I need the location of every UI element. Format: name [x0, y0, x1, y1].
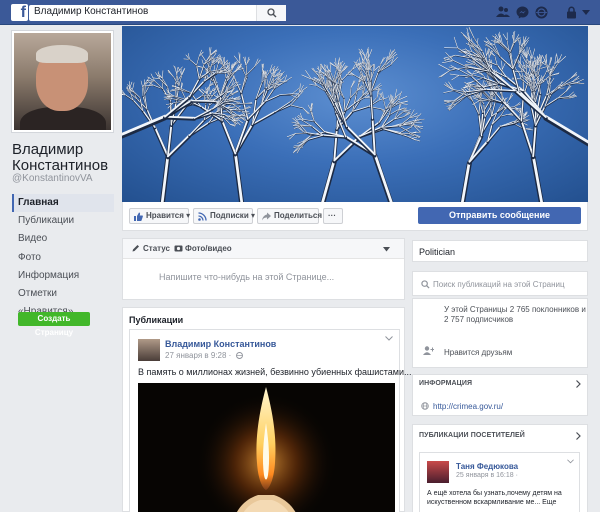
- post-date[interactable]: 27 января в 9:28 ·: [165, 351, 243, 360]
- info-box: ИНФОРМАЦИЯ http://crimea.gov.ru/: [412, 374, 588, 416]
- visitor-posts-box: ПУБЛИКАЦИИ ПОСЕТИТЕЛЕЙ Таня Федюкова 25 …: [412, 424, 588, 512]
- pencil-icon: [132, 245, 139, 252]
- chevron-down-icon[interactable]: [383, 247, 390, 252]
- page-action-bar: Нравится ▾ Подписки ▾ Поделиться ··· Отп…: [122, 202, 588, 231]
- nav-item-videos[interactable]: Видео: [12, 230, 114, 248]
- share-icon: [262, 212, 271, 221]
- profile-picture[interactable]: [11, 30, 114, 133]
- candle-flame-image: [196, 387, 336, 512]
- page-search-input[interactable]: Поиск публикаций на этой Страниц: [433, 280, 565, 289]
- post-composer: Статус Фото/видео Напишите что-нибудь на…: [122, 238, 405, 300]
- cover-photo[interactable]: [122, 26, 588, 202]
- followers-count-text: 2 757 подписчиков: [444, 315, 514, 324]
- composer-input[interactable]: Напишите что-нибудь на этой Странице...: [159, 272, 334, 282]
- post-author-avatar[interactable]: [138, 339, 160, 361]
- share-button[interactable]: Поделиться: [257, 208, 322, 224]
- post-card: Владимир Константинов 27 января в 9:28 ·…: [129, 329, 412, 512]
- post-options-chevron-icon[interactable]: [567, 459, 574, 464]
- friends-icon: [423, 346, 434, 355]
- category-box: Politician: [412, 240, 588, 262]
- visitor-posts-header[interactable]: ПУБЛИКАЦИИ ПОСЕТИТЕЛЕЙ: [419, 432, 525, 439]
- nav-item-home[interactable]: Главная: [12, 194, 114, 212]
- likes-count-text: У этой Страницы 2 765 поклонников и: [444, 305, 586, 314]
- post-author[interactable]: Владимир Константинов: [165, 339, 276, 349]
- visitor-post-text-line1: А ещё хотела бы узнать,почему детям на: [427, 490, 562, 497]
- snowy-trees-image: [122, 26, 588, 202]
- camera-icon: [174, 245, 183, 252]
- more-button[interactable]: ···: [323, 208, 343, 224]
- page-title[interactable]: Владимир Константинов: [12, 142, 122, 174]
- info-header[interactable]: ИНФОРМАЦИЯ: [419, 380, 472, 387]
- thumbs-up-icon: [134, 212, 143, 221]
- likes-box: У этой Страницы 2 765 поклонников и 2 75…: [412, 298, 588, 368]
- search-input[interactable]: Владимир Константинов: [34, 6, 148, 17]
- globe-icon: [235, 352, 243, 359]
- candle-image[interactable]: [138, 383, 395, 512]
- friends-like-link[interactable]: Нравится друзьям: [444, 348, 512, 357]
- visitor-avatar[interactable]: [427, 461, 449, 483]
- page-category[interactable]: Politician: [419, 247, 455, 257]
- messages-icon[interactable]: [516, 6, 529, 19]
- search-icon: [421, 280, 430, 289]
- nav-item-likes[interactable]: Отметки «Нравится»: [12, 285, 114, 317]
- create-page-button[interactable]: Создать Страницу: [18, 312, 90, 337]
- composer-tabs: Статус Фото/видео: [123, 239, 404, 259]
- publications-section: Публикации Владимир Константинов 27 янва…: [122, 307, 412, 512]
- nav-item-posts[interactable]: Публикации: [12, 212, 114, 230]
- notifications-icon[interactable]: [535, 6, 548, 19]
- visitor-post-author[interactable]: Таня Федюкова: [456, 462, 518, 471]
- left-nav: Главная Публикации Видео Фото Информация…: [12, 194, 114, 317]
- page-handle[interactable]: @KonstantinovVA: [12, 173, 93, 184]
- top-bar: f Владимир Константинов: [0, 0, 600, 25]
- send-message-button[interactable]: Отправить сообщение: [418, 207, 581, 224]
- friend-requests-icon[interactable]: [496, 6, 510, 18]
- like-button[interactable]: Нравится ▾: [129, 208, 190, 224]
- search-button[interactable]: [256, 5, 286, 21]
- page-search-box[interactable]: Поиск публикаций на этой Страниц: [412, 271, 588, 296]
- visitor-post-card: Таня Федюкова 25 января в 16:18 · А ещё …: [419, 452, 580, 512]
- section-title: Публикации: [129, 315, 184, 325]
- visitor-post-text-line2[interactable]: искуственном вскармливание ме... Еще: [427, 499, 556, 506]
- menu-icon[interactable]: [582, 10, 590, 16]
- website-link[interactable]: http://crimea.gov.ru/: [433, 402, 503, 411]
- post-text: В память о миллионах жизней, безвинно уб…: [138, 367, 412, 377]
- search-bar[interactable]: Владимир Константинов: [29, 5, 286, 21]
- tab-status[interactable]: Статус: [132, 244, 170, 253]
- chevron-right-icon[interactable]: [576, 432, 581, 440]
- rss-icon: [198, 212, 207, 221]
- globe-icon: [421, 402, 429, 410]
- nav-item-about[interactable]: Информация: [12, 267, 114, 285]
- tab-photo-video[interactable]: Фото/видео: [174, 244, 232, 253]
- follow-button[interactable]: Подписки ▾: [193, 208, 255, 224]
- visitor-post-date[interactable]: 25 января в 16:18 ·: [456, 472, 518, 479]
- nav-item-photos[interactable]: Фото: [12, 249, 114, 267]
- privacy-icon[interactable]: [565, 6, 578, 19]
- chevron-right-icon[interactable]: [576, 380, 581, 388]
- post-options-chevron-icon[interactable]: [385, 336, 393, 341]
- facebook-logo[interactable]: f: [11, 4, 28, 21]
- search-icon: [267, 8, 277, 18]
- avatar: [14, 33, 111, 130]
